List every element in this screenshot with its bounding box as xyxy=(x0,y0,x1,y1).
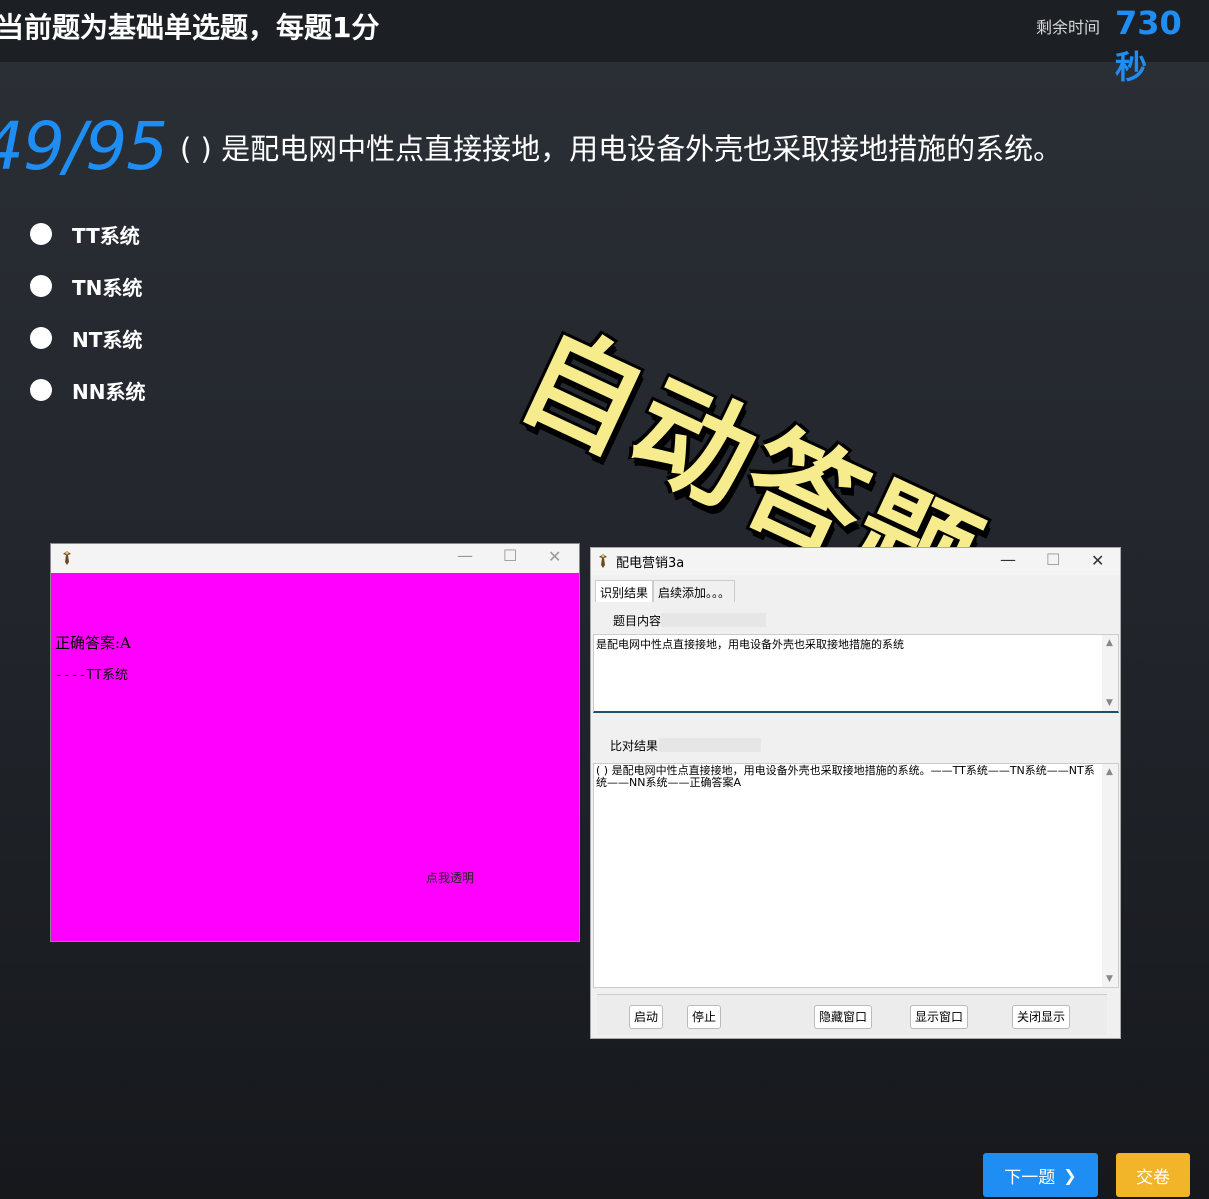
hide-window-button[interactable]: 隐藏窗口 xyxy=(814,1005,873,1029)
radio-button[interactable] xyxy=(30,275,52,297)
tab-add-more[interactable]: 启续添加。。。 xyxy=(653,580,736,602)
top-bar: 当前题为基础单选题，每题1分 剩余时间 730秒 xyxy=(0,0,1209,86)
show-window-button[interactable]: 显示窗口 xyxy=(910,1005,969,1029)
compare-result-text: ( ) 是配电网中性点直接接地，用电设备外壳也采取接地措施的系统。——TT系统—… xyxy=(596,764,1095,789)
correct-answer-detail: ----TT系统 xyxy=(55,668,128,683)
question-content-textbox[interactable]: 是配电网中性点直接接地，用电设备外壳也采取接地措施的系统 ▲ ▼ xyxy=(593,634,1119,713)
remaining-time-value: 730秒 xyxy=(1115,4,1182,86)
minimize-icon[interactable]: — xyxy=(457,546,473,565)
option-b[interactable]: TN系统 xyxy=(30,271,142,301)
app-icon xyxy=(63,551,71,565)
option-label: TN系统 xyxy=(72,275,143,300)
option-a[interactable]: TT系统 xyxy=(30,219,140,249)
close-display-button[interactable]: 关闭显示 xyxy=(1012,1005,1071,1029)
scroll-up-icon[interactable]: ▲ xyxy=(1106,638,1113,648)
compare-result-textbox[interactable]: ( ) 是配电网中性点直接接地，用电设备外壳也采取接地措施的系统。——TT系统—… xyxy=(593,763,1119,988)
remaining-time-label: 剩余时间 xyxy=(1036,18,1101,37)
question-content-text: 是配电网中性点直接接地，用电设备外壳也采取接地措施的系统 xyxy=(596,638,904,651)
tab-bar: 识别结果 启续添加。。。 xyxy=(595,580,736,602)
maximize-icon[interactable]: ☐ xyxy=(503,546,517,565)
transparent-toggle-label[interactable]: 点我透明 xyxy=(426,869,474,886)
compare-result-label: 比对结果 xyxy=(610,739,659,753)
correct-answer-line: 正确答案:A xyxy=(55,634,131,652)
tool-window: 配电营销3a — ☐ ✕ 识别结果 启续添加。。。 题目内容 是配电网中性点直接… xyxy=(590,547,1121,1039)
section-bar xyxy=(659,738,761,752)
close-icon[interactable]: ✕ xyxy=(548,547,561,566)
button-row: 启动 停止 隐藏窗口 显示窗口 关闭显示 xyxy=(597,994,1107,1035)
answer-window-titlebar[interactable]: — ☐ ✕ xyxy=(51,544,579,573)
question-text: ( ) 是配电网中性点直接接地，用电设备外壳也采取接地措施的系统。 xyxy=(180,132,1063,166)
question-type-label: 当前题为基础单选题，每题1分 xyxy=(0,11,380,44)
scrollbar[interactable]: ▲ ▼ xyxy=(1102,635,1118,711)
chevron-right-icon: ❯ xyxy=(1063,1165,1077,1185)
app-icon xyxy=(599,554,607,568)
submit-exam-button[interactable]: 交卷 xyxy=(1116,1153,1190,1197)
option-c[interactable]: NT系统 xyxy=(30,323,142,353)
minimize-icon[interactable]: — xyxy=(1000,550,1016,569)
next-question-button[interactable]: 下一题 ❯ xyxy=(983,1153,1098,1197)
start-button[interactable]: 启动 xyxy=(629,1005,664,1029)
next-question-label: 下一题 xyxy=(1004,1167,1056,1188)
radio-button[interactable] xyxy=(30,223,52,245)
section-bar xyxy=(661,613,766,627)
answer-window: — ☐ ✕ 正确答案:A ----TT系统 点我透明 xyxy=(50,543,580,942)
tool-window-titlebar[interactable]: 配电营销3a — ☐ ✕ xyxy=(591,548,1120,575)
scroll-down-icon[interactable]: ▼ xyxy=(1106,974,1113,984)
option-label: NT系统 xyxy=(72,327,143,352)
question-number: 49/95 xyxy=(0,108,168,185)
option-d[interactable]: NN系统 xyxy=(30,375,145,405)
scroll-down-icon[interactable]: ▼ xyxy=(1106,698,1113,708)
close-icon[interactable]: ✕ xyxy=(1091,551,1104,570)
stop-button[interactable]: 停止 xyxy=(687,1005,722,1029)
maximize-icon[interactable]: ☐ xyxy=(1046,550,1060,569)
radio-button[interactable] xyxy=(30,327,52,349)
scrollbar[interactable]: ▲ ▼ xyxy=(1102,764,1118,987)
option-label: NN系统 xyxy=(72,379,146,404)
window-title: 配电营销3a xyxy=(616,556,685,571)
option-label: TT系统 xyxy=(72,223,140,248)
tab-recognition-result[interactable]: 识别结果 xyxy=(595,580,654,602)
scroll-up-icon[interactable]: ▲ xyxy=(1106,767,1113,777)
question-content-label: 题目内容 xyxy=(613,614,662,628)
radio-button[interactable] xyxy=(30,379,52,401)
